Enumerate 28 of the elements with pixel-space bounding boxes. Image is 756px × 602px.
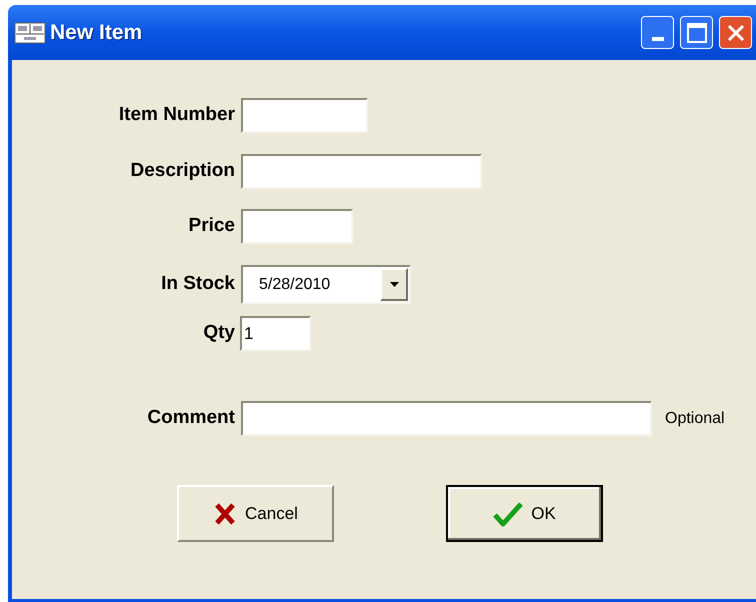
input-field[interactable]	[241, 401, 652, 436]
close-button[interactable]	[719, 16, 752, 49]
hint-text: Optional	[665, 408, 725, 428]
date-picker[interactable]: 5/28/2010	[241, 265, 411, 304]
input-field[interactable]: 1	[240, 316, 311, 351]
input-field[interactable]	[241, 154, 482, 189]
input-field[interactable]	[241, 98, 368, 133]
maximize-icon	[686, 22, 706, 42]
field-label: Comment	[146, 406, 235, 430]
close-icon	[726, 24, 744, 42]
input-field[interactable]	[241, 209, 353, 244]
field-label: In Stock	[160, 272, 235, 296]
form-icon	[14, 22, 46, 44]
window-title: New Item	[50, 20, 142, 46]
checkmark-icon	[493, 500, 524, 526]
cancel-button[interactable]: Cancel	[177, 485, 334, 542]
field-label: Qty	[202, 321, 235, 346]
ok-button[interactable]: OK	[446, 485, 603, 542]
caret-icon	[390, 282, 398, 287]
field-label: Price	[188, 214, 235, 238]
field-label: Description	[129, 159, 235, 184]
cross-icon	[213, 502, 238, 526]
maximize-button[interactable]	[680, 16, 713, 49]
minimize-icon	[652, 37, 664, 41]
date-value: 5/28/2010	[259, 274, 330, 294]
field-label: Item Number	[118, 103, 235, 128]
dropdown-button[interactable]	[380, 268, 408, 301]
minimize-button[interactable]	[641, 16, 674, 49]
